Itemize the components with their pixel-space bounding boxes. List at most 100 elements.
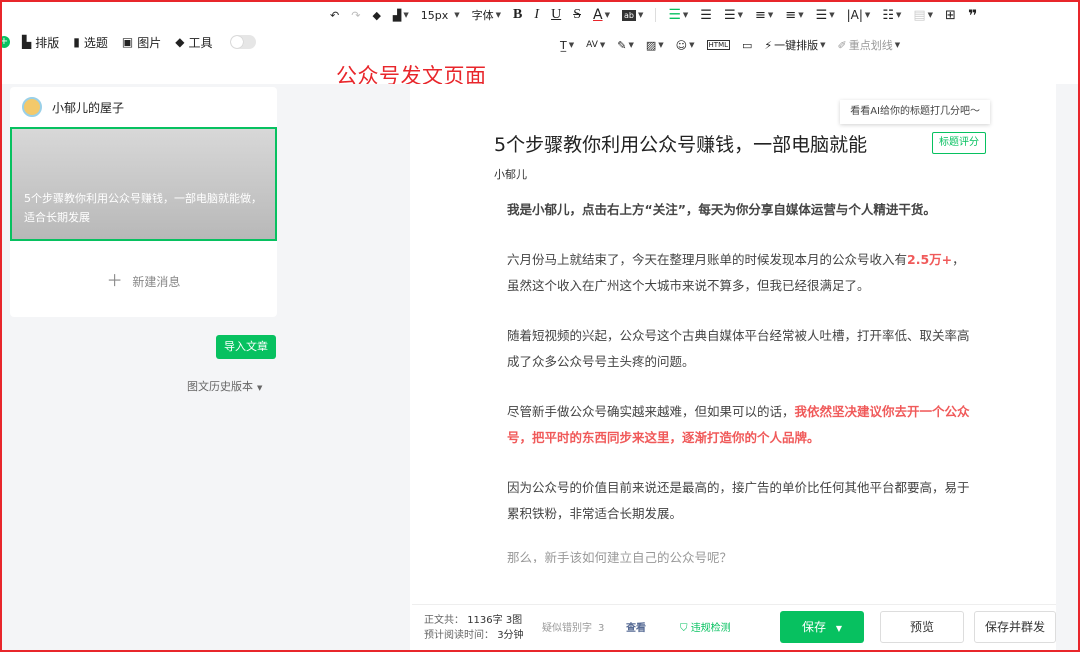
- eraser-icon[interactable]: ◆: [372, 9, 380, 22]
- key-points-button[interactable]: ✐ 重点划线 ▼: [838, 37, 901, 53]
- typo-label: 疑似错别字: [542, 623, 592, 634]
- format-toolbar-row-1: ↶ ↷ ◆ ▟ ▼ 15px ▼ 字体 ▼ B I U S A ▼ ab ▼ ☰ ▼ ☰ ☰…: [330, 4, 1072, 26]
- word-count: 1136字 3图: [467, 615, 523, 626]
- editor-footer: 正文共： 1136字 3图 预计阅读时间： 3分钟 疑似错别字 3 查看 ⛉ 违规…: [412, 604, 1056, 648]
- typo-count: 3: [598, 623, 605, 634]
- letter-spacing-icon[interactable]: |A| ▼: [847, 8, 871, 22]
- font-color-button[interactable]: A ▼: [593, 7, 610, 23]
- lightning-icon: ⚡: [764, 38, 773, 52]
- strikethrough-button[interactable]: S: [573, 7, 581, 23]
- font-family-value: 字体: [471, 9, 494, 22]
- article-title-input[interactable]: 5个步骤教你利用公众号赚钱，一部电脑就能: [494, 130, 888, 157]
- key-points-label: 重点划线: [848, 39, 893, 52]
- history-label: 图文历史版本: [187, 380, 253, 393]
- paragraph-spacing-icon[interactable]: ☰ ▼: [816, 8, 835, 23]
- bg-color-icon: ab: [621, 9, 636, 21]
- font-size-select[interactable]: 15px ▼: [421, 9, 460, 22]
- toolbar-tools-label: 工具: [188, 35, 213, 50]
- list-alt-icon[interactable]: ▤ ▼: [913, 8, 933, 23]
- font-family-select[interactable]: 字体 ▼: [472, 7, 501, 23]
- toolbar-topic[interactable]: ▮ 选题: [73, 34, 108, 51]
- account-name: 小郁儿的屋子: [52, 100, 125, 115]
- line-height-icon[interactable]: ≡ ▼: [785, 8, 803, 23]
- toolbar-tools[interactable]: ◆ 工具: [175, 34, 212, 51]
- topic-icon: ▮: [73, 35, 80, 49]
- toolbar-image-label: 图片: [137, 35, 162, 50]
- paragraph: 随着短视频的兴起，公众号这个古典自媒体平台经常被人吐槽，打开率低、取关率高成了众…: [507, 328, 970, 369]
- new-message-button[interactable]: ＋ 新建消息: [10, 267, 277, 291]
- paragraph-text: 六月份马上就结束了，今天在整理月账单的时候发现本月的公众号收入有: [507, 252, 908, 267]
- account-header: 小郁儿的屋子: [10, 87, 277, 127]
- insert-image-icon[interactable]: ▨ ▼: [646, 39, 664, 52]
- list-icon[interactable]: ☷ ▼: [882, 8, 901, 23]
- plus-icon: ＋: [106, 271, 123, 290]
- paragraph-highlight: 2.5万+: [907, 252, 953, 267]
- editor-area[interactable]: 看看AI给你的标题打几分吧～ 5个步骤教你利用公众号赚钱，一部电脑就能 标题评分…: [412, 84, 1056, 604]
- paragraph: 那么，新手该如何建立自己的公众号呢？: [507, 550, 733, 563]
- redo-icon[interactable]: ↷: [351, 9, 360, 22]
- paragraph-text: 尽管新手做公众号确实越来越难，但如果可以的话，: [507, 404, 795, 419]
- one-click-layout-label: 一键排版: [774, 39, 819, 52]
- magic-wand-icon[interactable]: ✎ ▼: [617, 39, 634, 52]
- paragraph: 我是小郁儿，点击右上方“关注”，每天为你分享自媒体运营与个人精进干货。: [507, 202, 936, 217]
- chevron-down-icon: ▼: [257, 384, 263, 392]
- pen-icon: ✐: [837, 38, 847, 52]
- template-icon[interactable]: ▭: [742, 39, 752, 52]
- indent-icon[interactable]: ☰: [700, 8, 712, 23]
- underline-button[interactable]: U: [551, 7, 561, 23]
- paragraph: 因为公众号的价值目前来说还是最高的，接广告的单价比任何其他平台都要高，易于累积铁…: [507, 480, 970, 521]
- toolbar-layout[interactable]: ▙ 排版: [22, 34, 59, 51]
- import-article-button[interactable]: 导入文章: [216, 335, 276, 359]
- save-button[interactable]: 保存 ▼: [780, 611, 864, 643]
- article-thumbnail[interactable]: 5个步骤教你利用公众号赚钱，一部电脑就能做，适合长期发展: [10, 127, 277, 241]
- vertical-align-icon[interactable]: ≡ ▼: [755, 8, 773, 23]
- quote-icon[interactable]: ❞: [968, 6, 977, 25]
- preview-button[interactable]: 预览: [880, 611, 964, 643]
- left-toolbar: + ▙ 排版 ▮ 选题 ▣ 图片 ◆ 工具: [0, 32, 257, 52]
- add-icon[interactable]: +: [0, 36, 10, 48]
- text-indent-icon[interactable]: T̲ ▼: [560, 39, 574, 52]
- align-icon[interactable]: ☰ ▼: [668, 7, 688, 23]
- format-toolbar-row-2: T̲ ▼ AV ▼ ✎ ▼ ▨ ▼ ☺ ▼ HTML ▭ ⚡ 一键排版 ▼ ✐ 重点划线 ▼: [560, 34, 1072, 56]
- shield-icon: ⛉: [680, 623, 688, 634]
- undo-icon[interactable]: ↶: [330, 9, 339, 22]
- toolbar-divider: [655, 8, 657, 22]
- layout-icon: ▙: [22, 35, 32, 49]
- letter-spacing-av-icon[interactable]: AV ▼: [586, 40, 605, 50]
- typo-detection: 疑似错别字 3: [542, 619, 604, 634]
- read-time: 3分钟: [497, 630, 524, 641]
- toolbar-image[interactable]: ▣ 图片: [122, 34, 161, 51]
- title-score-button[interactable]: 标题评分: [932, 132, 986, 154]
- author-input[interactable]: 小郁儿: [494, 166, 527, 182]
- mode-toggle[interactable]: [230, 35, 257, 49]
- article-body[interactable]: 我是小郁儿，点击右上方“关注”，每天为你分享自媒体运营与个人精进干货。 六月份马…: [507, 197, 977, 587]
- paragraph: 尽管新手做公众号确实越来越难，但如果可以的话，我依然坚决建议你去开一个公众号，把…: [507, 399, 977, 451]
- one-click-layout-button[interactable]: ⚡ 一键排版 ▼: [764, 37, 825, 53]
- bold-button[interactable]: B: [513, 7, 522, 23]
- font-color-label: A: [592, 7, 603, 23]
- toolbar-layout-label: 排版: [35, 35, 60, 50]
- compliance-check-button[interactable]: ⛉ 违规检测: [680, 619, 731, 634]
- chevron-down-icon: ▼: [835, 624, 842, 633]
- html-icon[interactable]: HTML: [706, 40, 731, 50]
- right-gutter: [1056, 84, 1078, 650]
- image-icon: ▣: [121, 35, 134, 49]
- center-align-icon[interactable]: ☰ ▼: [724, 8, 743, 23]
- history-versions-dropdown[interactable]: 图文历史版本 ▼: [187, 378, 262, 394]
- view-typos-link[interactable]: 查看: [626, 619, 646, 634]
- word-count-label: 正文共：: [424, 615, 464, 626]
- new-message-label: 新建消息: [132, 275, 181, 289]
- article-list-card: 小郁儿的屋子 5个步骤教你利用公众号赚钱，一部电脑就能做，适合长期发展 ＋ 新建…: [10, 87, 277, 317]
- toolbar-topic-label: 选题: [83, 35, 108, 50]
- save-and-publish-button[interactable]: 保存并群发: [974, 611, 1056, 643]
- ai-title-tip: 看看AI给你的标题打几分吧～: [840, 100, 990, 124]
- background-color-button[interactable]: ab ▼: [621, 9, 643, 21]
- avatar: [22, 97, 42, 117]
- format-painter-icon[interactable]: ▟ ▼: [393, 9, 409, 22]
- article-thumbnail-title: 5个步骤教你利用公众号赚钱，一部电脑就能做，适合长期发展: [24, 192, 262, 224]
- italic-button[interactable]: I: [534, 7, 539, 23]
- table-icon[interactable]: ⊞: [945, 8, 956, 23]
- font-size-value: 15px: [420, 8, 449, 22]
- emoji-icon[interactable]: ☺ ▼: [676, 39, 695, 52]
- compliance-label: 违规检测: [690, 623, 731, 634]
